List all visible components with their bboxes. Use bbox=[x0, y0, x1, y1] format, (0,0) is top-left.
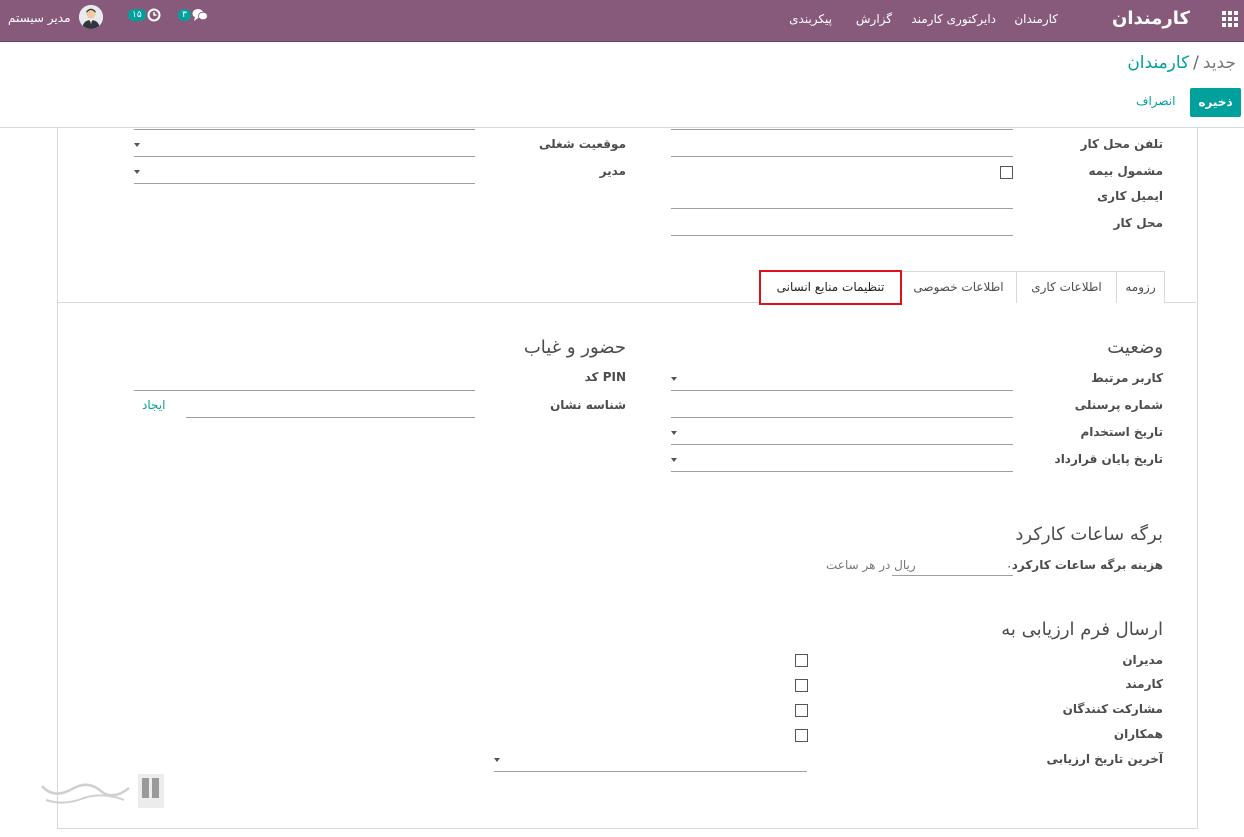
menu-configuration[interactable]: پیکربندی bbox=[789, 12, 832, 26]
work-email-input[interactable] bbox=[671, 208, 1013, 209]
tab-hr-settings[interactable]: تنظیمات منابع انسانی bbox=[759, 270, 902, 305]
activities-indicator[interactable]: ۱۵ bbox=[128, 7, 161, 23]
work-email-label: ایمیل کاری bbox=[1097, 189, 1163, 203]
watermark-logo-icon bbox=[41, 774, 164, 808]
manager-select[interactable] bbox=[134, 183, 475, 184]
related-user-select[interactable] bbox=[671, 390, 1013, 391]
chevron-down-icon bbox=[134, 170, 140, 174]
appraisal-section-title: ارسال فرم ارزیابی به bbox=[1001, 619, 1163, 640]
chat-icon bbox=[192, 9, 208, 21]
appraisal-colleagues-checkbox[interactable] bbox=[795, 729, 808, 742]
tab-work-information[interactable]: اطلاعات کاری bbox=[1016, 271, 1117, 303]
appraisal-managers-label: مدیران bbox=[1122, 653, 1163, 667]
menu-employees[interactable]: کارمندان bbox=[1014, 12, 1058, 26]
contract-end-label: تاریخ پایان قرارداد bbox=[1054, 452, 1163, 466]
messages-badge: ۳ bbox=[178, 9, 191, 21]
chevron-down-icon bbox=[671, 458, 677, 462]
work-phone-label: تلفن محل کار bbox=[1080, 137, 1163, 151]
watermark-logo bbox=[34, 770, 166, 817]
last-appraisal-date-label: آخرین تاریخ ارزیابی bbox=[1046, 752, 1163, 766]
generate-badge-link[interactable]: ایجاد bbox=[142, 398, 165, 412]
clock-icon bbox=[147, 8, 161, 22]
status-section-title: وضعیت bbox=[1107, 337, 1163, 358]
tab-private-information[interactable]: اطلاعات خصوصی bbox=[900, 271, 1017, 303]
chevron-down-icon bbox=[494, 758, 500, 762]
hire-date-label: تاریخ استخدام bbox=[1080, 425, 1163, 439]
user-avatar[interactable] bbox=[79, 5, 103, 29]
work-phone-line-above bbox=[671, 129, 1013, 130]
appraisal-colleagues-label: همکاران bbox=[1113, 727, 1163, 741]
user-avatar-icon bbox=[79, 5, 103, 29]
work-location-label: محل کار bbox=[1113, 216, 1163, 230]
work-location-input[interactable] bbox=[671, 235, 1013, 236]
top-navbar: کارمندان کارمندان دایرکتوری کارمند گزارش… bbox=[0, 0, 1244, 42]
related-user-label: کاربر مرتبط bbox=[1091, 371, 1163, 385]
chevron-down-icon bbox=[671, 431, 677, 435]
timesheet-cost-input[interactable] bbox=[892, 575, 1013, 576]
insured-checkbox[interactable] bbox=[1000, 166, 1013, 179]
appraisal-employee-checkbox[interactable] bbox=[795, 679, 808, 692]
messages-indicator[interactable]: ۳ bbox=[178, 7, 208, 23]
timesheet-section-title: برگه ساعات کارکرد bbox=[1015, 524, 1163, 545]
job-line-above bbox=[134, 129, 475, 130]
form-sheet bbox=[57, 128, 1198, 829]
manager-label: مدیر bbox=[599, 164, 626, 178]
employee-number-label: شماره پرسنلی bbox=[1074, 398, 1163, 412]
breadcrumb-separator: / bbox=[1193, 53, 1199, 73]
timesheet-cost-unit: ریال در هر ساعت bbox=[826, 558, 916, 572]
tab-resume[interactable]: رزومه bbox=[1116, 271, 1165, 303]
appraisal-collaborators-label: مشارکت کنندگان bbox=[1062, 702, 1163, 716]
pin-code-input[interactable] bbox=[134, 390, 475, 391]
timesheet-cost-label: هزینه برگه ساعات کارکرد bbox=[1011, 558, 1163, 572]
breadcrumb-parent-link[interactable]: کارمندان bbox=[1127, 53, 1189, 73]
employee-number-input[interactable] bbox=[671, 417, 1013, 418]
hire-date-input[interactable] bbox=[671, 444, 1013, 445]
job-position-select[interactable] bbox=[134, 156, 475, 157]
chevron-down-icon bbox=[134, 143, 140, 147]
last-appraisal-date-input[interactable] bbox=[494, 771, 807, 772]
contract-end-input[interactable] bbox=[671, 471, 1013, 472]
apps-icon[interactable] bbox=[1222, 11, 1238, 27]
menu-employee-directory[interactable]: دایرکتوری کارمند bbox=[911, 12, 996, 26]
appraisal-managers-checkbox[interactable] bbox=[795, 654, 808, 667]
menu-reporting[interactable]: گزارش bbox=[856, 12, 892, 26]
save-button[interactable]: ذخیره bbox=[1190, 88, 1241, 117]
timesheet-cost-value: ۰ bbox=[1006, 559, 1013, 573]
discard-button[interactable]: انصراف bbox=[1136, 94, 1175, 108]
attendance-section-title: حضور و غیاب bbox=[523, 337, 626, 358]
app-brand[interactable]: کارمندان bbox=[1112, 8, 1190, 29]
pin-code-label: کد PIN bbox=[584, 370, 626, 384]
appraisal-collaborators-checkbox[interactable] bbox=[795, 704, 808, 717]
user-name[interactable]: مدیر سیستم bbox=[8, 11, 71, 25]
insured-label: مشمول بیمه bbox=[1088, 164, 1163, 178]
job-position-label: موقعیت شغلی bbox=[539, 137, 626, 151]
work-phone-input[interactable] bbox=[671, 156, 1013, 157]
activities-badge: ۱۵ bbox=[128, 9, 146, 21]
breadcrumb-current: جدید bbox=[1202, 53, 1236, 73]
badge-id-label: شناسه نشان bbox=[550, 398, 626, 412]
appraisal-employee-label: کارمند bbox=[1125, 677, 1163, 691]
breadcrumb: جدید/کارمندان bbox=[1127, 53, 1236, 73]
chevron-down-icon bbox=[671, 377, 677, 381]
badge-id-input[interactable] bbox=[186, 417, 475, 418]
